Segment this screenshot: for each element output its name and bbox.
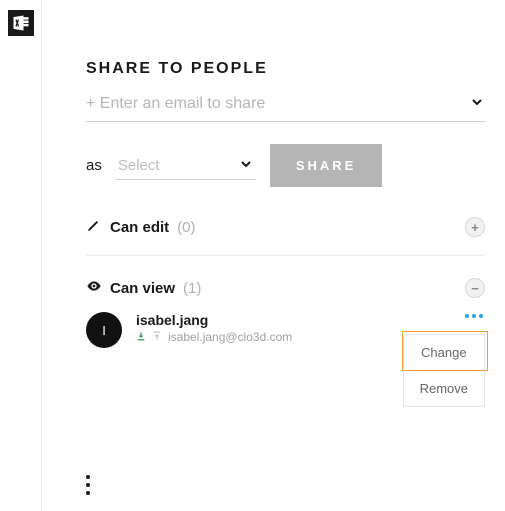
can-edit-header[interactable]: Can edit (0) + xyxy=(86,217,485,237)
upload-icon xyxy=(152,330,162,344)
can-edit-count: (0) xyxy=(177,219,195,236)
plus-icon: + xyxy=(471,220,479,235)
email-placeholder: + Enter an email to share xyxy=(86,95,265,113)
can-view-label: Can view xyxy=(110,280,175,297)
can-view-header[interactable]: Can view (1) − xyxy=(86,278,485,298)
download-icon xyxy=(136,330,146,344)
pencil-icon xyxy=(86,217,102,237)
can-edit-label: Can edit xyxy=(110,219,169,236)
role-select-placeholder: Select xyxy=(118,157,160,174)
menu-change[interactable]: Change xyxy=(404,335,484,370)
divider xyxy=(86,255,485,256)
chevron-down-icon xyxy=(469,94,485,113)
row-menu-button[interactable] xyxy=(465,314,483,318)
chevron-down-icon xyxy=(238,156,254,175)
viewer-info: isabel.jang isabel.jang@clo3d.com xyxy=(136,312,292,344)
email-input-row[interactable]: + Enter an email to share xyxy=(86,94,485,122)
as-label: as xyxy=(86,157,102,174)
viewer-name: isabel.jang xyxy=(136,312,292,328)
left-rail xyxy=(0,0,42,511)
excel-icon xyxy=(11,13,31,33)
excel-logo xyxy=(8,10,34,36)
panel-title: SHARE TO PEOPLE xyxy=(86,60,485,78)
can-view-count: (1) xyxy=(183,280,201,297)
role-row: as Select SHARE xyxy=(86,144,485,187)
minus-icon: − xyxy=(471,281,479,296)
avatar: I xyxy=(86,312,122,348)
collapse-view-button[interactable]: − xyxy=(465,278,485,298)
viewer-row: I isabel.jang isabel.jang@clo3d.com Chan… xyxy=(86,310,485,378)
menu-remove[interactable]: Remove xyxy=(404,370,484,406)
share-panel: SHARE TO PEOPLE + Enter an email to shar… xyxy=(86,60,485,378)
viewer-email: isabel.jang@clo3d.com xyxy=(168,330,292,344)
viewer-email-line: isabel.jang@clo3d.com xyxy=(136,330,292,344)
eye-icon xyxy=(86,278,102,298)
role-select[interactable]: Select xyxy=(116,152,256,180)
share-button[interactable]: SHARE xyxy=(270,144,383,187)
expand-edit-button[interactable]: + xyxy=(465,217,485,237)
context-menu: Change Remove xyxy=(403,334,485,407)
more-menu-button[interactable] xyxy=(86,475,90,495)
